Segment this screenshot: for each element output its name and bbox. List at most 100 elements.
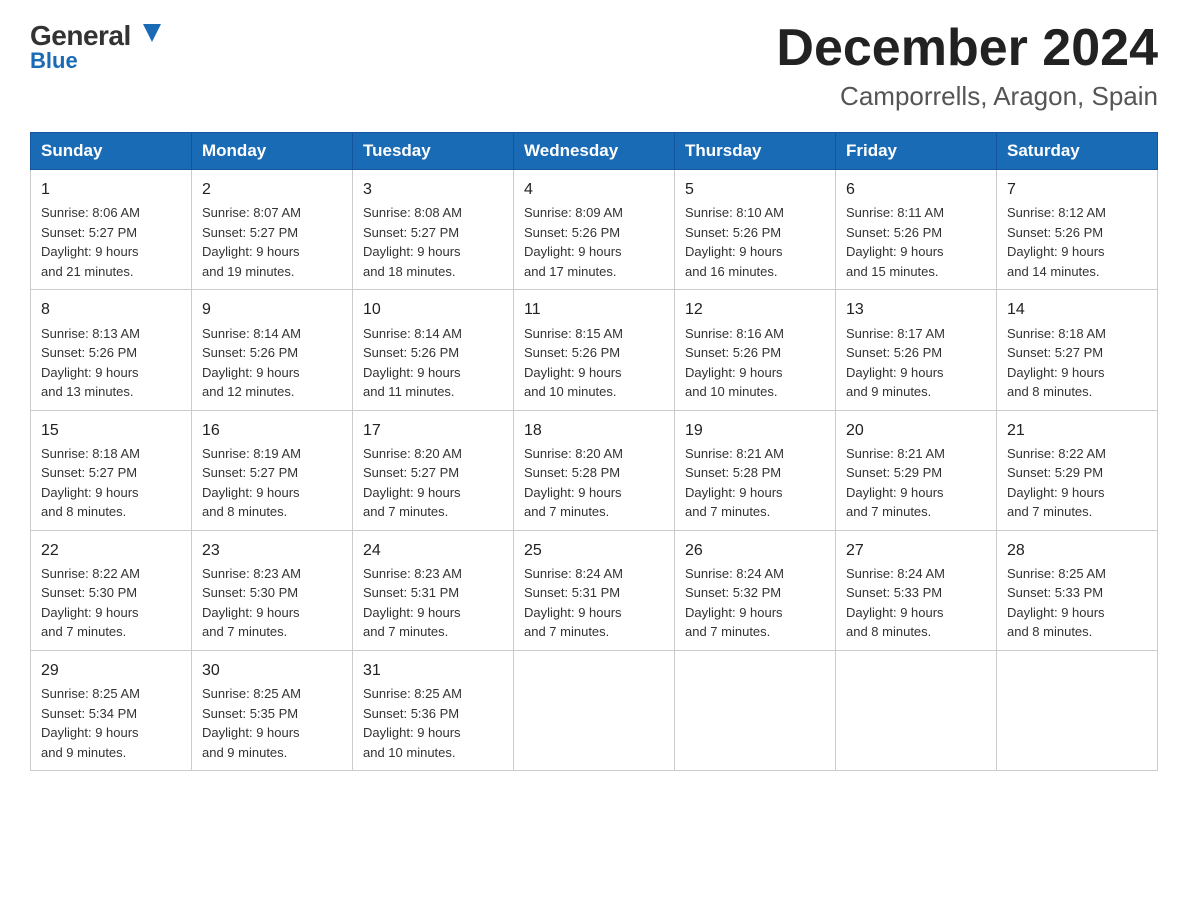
day-number: 9: [202, 298, 342, 321]
day-info: Sunrise: 8:13 AM Sunset: 5:26 PM Dayligh…: [41, 324, 181, 402]
day-info: Sunrise: 8:25 AM Sunset: 5:36 PM Dayligh…: [363, 684, 503, 762]
day-number: 18: [524, 419, 664, 442]
day-info: Sunrise: 8:25 AM Sunset: 5:34 PM Dayligh…: [41, 684, 181, 762]
day-info: Sunrise: 8:24 AM Sunset: 5:33 PM Dayligh…: [846, 564, 986, 642]
day-cell-2: 2 Sunrise: 8:07 AM Sunset: 5:27 PM Dayli…: [192, 170, 353, 290]
day-cell-28: 28 Sunrise: 8:25 AM Sunset: 5:33 PM Dayl…: [997, 530, 1158, 650]
day-cell-13: 13 Sunrise: 8:17 AM Sunset: 5:26 PM Dayl…: [836, 290, 997, 410]
week-row-1: 1 Sunrise: 8:06 AM Sunset: 5:27 PM Dayli…: [31, 170, 1158, 290]
day-cell-6: 6 Sunrise: 8:11 AM Sunset: 5:26 PM Dayli…: [836, 170, 997, 290]
day-cell-7: 7 Sunrise: 8:12 AM Sunset: 5:26 PM Dayli…: [997, 170, 1158, 290]
day-number: 13: [846, 298, 986, 321]
month-title: December 2024: [776, 20, 1158, 77]
header-friday: Friday: [836, 133, 997, 170]
day-cell-10: 10 Sunrise: 8:14 AM Sunset: 5:26 PM Dayl…: [353, 290, 514, 410]
day-number: 15: [41, 419, 181, 442]
day-number: 19: [685, 419, 825, 442]
day-cell-1: 1 Sunrise: 8:06 AM Sunset: 5:27 PM Dayli…: [31, 170, 192, 290]
day-cell-25: 25 Sunrise: 8:24 AM Sunset: 5:31 PM Dayl…: [514, 530, 675, 650]
day-cell-29: 29 Sunrise: 8:25 AM Sunset: 5:34 PM Dayl…: [31, 650, 192, 770]
header-thursday: Thursday: [675, 133, 836, 170]
day-info: Sunrise: 8:06 AM Sunset: 5:27 PM Dayligh…: [41, 203, 181, 281]
day-number: 26: [685, 539, 825, 562]
day-info: Sunrise: 8:17 AM Sunset: 5:26 PM Dayligh…: [846, 324, 986, 402]
empty-cell: [514, 650, 675, 770]
day-cell-11: 11 Sunrise: 8:15 AM Sunset: 5:26 PM Dayl…: [514, 290, 675, 410]
header-tuesday: Tuesday: [353, 133, 514, 170]
day-cell-19: 19 Sunrise: 8:21 AM Sunset: 5:28 PM Dayl…: [675, 410, 836, 530]
day-number: 10: [363, 298, 503, 321]
day-info: Sunrise: 8:22 AM Sunset: 5:29 PM Dayligh…: [1007, 444, 1147, 522]
day-info: Sunrise: 8:14 AM Sunset: 5:26 PM Dayligh…: [202, 324, 342, 402]
day-cell-17: 17 Sunrise: 8:20 AM Sunset: 5:27 PM Dayl…: [353, 410, 514, 530]
day-info: Sunrise: 8:21 AM Sunset: 5:29 PM Dayligh…: [846, 444, 986, 522]
day-cell-20: 20 Sunrise: 8:21 AM Sunset: 5:29 PM Dayl…: [836, 410, 997, 530]
day-number: 12: [685, 298, 825, 321]
header-monday: Monday: [192, 133, 353, 170]
day-number: 4: [524, 178, 664, 201]
day-number: 20: [846, 419, 986, 442]
day-number: 28: [1007, 539, 1147, 562]
day-info: Sunrise: 8:16 AM Sunset: 5:26 PM Dayligh…: [685, 324, 825, 402]
week-row-3: 15 Sunrise: 8:18 AM Sunset: 5:27 PM Dayl…: [31, 410, 1158, 530]
day-number: 8: [41, 298, 181, 321]
day-cell-21: 21 Sunrise: 8:22 AM Sunset: 5:29 PM Dayl…: [997, 410, 1158, 530]
day-number: 23: [202, 539, 342, 562]
day-info: Sunrise: 8:07 AM Sunset: 5:27 PM Dayligh…: [202, 203, 342, 281]
week-row-2: 8 Sunrise: 8:13 AM Sunset: 5:26 PM Dayli…: [31, 290, 1158, 410]
location-title: Camporrells, Aragon, Spain: [776, 81, 1158, 112]
day-cell-15: 15 Sunrise: 8:18 AM Sunset: 5:27 PM Dayl…: [31, 410, 192, 530]
day-number: 24: [363, 539, 503, 562]
day-number: 7: [1007, 178, 1147, 201]
day-info: Sunrise: 8:25 AM Sunset: 5:35 PM Dayligh…: [202, 684, 342, 762]
header-wednesday: Wednesday: [514, 133, 675, 170]
day-cell-3: 3 Sunrise: 8:08 AM Sunset: 5:27 PM Dayli…: [353, 170, 514, 290]
empty-cell: [997, 650, 1158, 770]
day-info: Sunrise: 8:08 AM Sunset: 5:27 PM Dayligh…: [363, 203, 503, 281]
day-cell-4: 4 Sunrise: 8:09 AM Sunset: 5:26 PM Dayli…: [514, 170, 675, 290]
day-cell-16: 16 Sunrise: 8:19 AM Sunset: 5:27 PM Dayl…: [192, 410, 353, 530]
day-number: 29: [41, 659, 181, 682]
day-info: Sunrise: 8:21 AM Sunset: 5:28 PM Dayligh…: [685, 444, 825, 522]
day-number: 5: [685, 178, 825, 201]
day-info: Sunrise: 8:25 AM Sunset: 5:33 PM Dayligh…: [1007, 564, 1147, 642]
day-cell-8: 8 Sunrise: 8:13 AM Sunset: 5:26 PM Dayli…: [31, 290, 192, 410]
day-info: Sunrise: 8:20 AM Sunset: 5:28 PM Dayligh…: [524, 444, 664, 522]
day-number: 11: [524, 298, 664, 321]
empty-cell: [675, 650, 836, 770]
calendar-table: SundayMondayTuesdayWednesdayThursdayFrid…: [30, 132, 1158, 771]
day-info: Sunrise: 8:24 AM Sunset: 5:32 PM Dayligh…: [685, 564, 825, 642]
day-cell-31: 31 Sunrise: 8:25 AM Sunset: 5:36 PM Dayl…: [353, 650, 514, 770]
day-info: Sunrise: 8:18 AM Sunset: 5:27 PM Dayligh…: [41, 444, 181, 522]
day-info: Sunrise: 8:18 AM Sunset: 5:27 PM Dayligh…: [1007, 324, 1147, 402]
day-info: Sunrise: 8:09 AM Sunset: 5:26 PM Dayligh…: [524, 203, 664, 281]
day-info: Sunrise: 8:14 AM Sunset: 5:26 PM Dayligh…: [363, 324, 503, 402]
day-cell-26: 26 Sunrise: 8:24 AM Sunset: 5:32 PM Dayl…: [675, 530, 836, 650]
day-cell-9: 9 Sunrise: 8:14 AM Sunset: 5:26 PM Dayli…: [192, 290, 353, 410]
day-info: Sunrise: 8:19 AM Sunset: 5:27 PM Dayligh…: [202, 444, 342, 522]
day-info: Sunrise: 8:11 AM Sunset: 5:26 PM Dayligh…: [846, 203, 986, 281]
day-cell-12: 12 Sunrise: 8:16 AM Sunset: 5:26 PM Dayl…: [675, 290, 836, 410]
day-info: Sunrise: 8:24 AM Sunset: 5:31 PM Dayligh…: [524, 564, 664, 642]
day-number: 27: [846, 539, 986, 562]
day-info: Sunrise: 8:20 AM Sunset: 5:27 PM Dayligh…: [363, 444, 503, 522]
day-info: Sunrise: 8:12 AM Sunset: 5:26 PM Dayligh…: [1007, 203, 1147, 281]
day-info: Sunrise: 8:10 AM Sunset: 5:26 PM Dayligh…: [685, 203, 825, 281]
title-block: December 2024 Camporrells, Aragon, Spain: [776, 20, 1158, 112]
day-info: Sunrise: 8:15 AM Sunset: 5:26 PM Dayligh…: [524, 324, 664, 402]
day-cell-5: 5 Sunrise: 8:10 AM Sunset: 5:26 PM Dayli…: [675, 170, 836, 290]
empty-cell: [836, 650, 997, 770]
day-number: 17: [363, 419, 503, 442]
day-number: 31: [363, 659, 503, 682]
logo: General Blue: [30, 20, 161, 74]
week-row-4: 22 Sunrise: 8:22 AM Sunset: 5:30 PM Dayl…: [31, 530, 1158, 650]
day-number: 2: [202, 178, 342, 201]
day-cell-30: 30 Sunrise: 8:25 AM Sunset: 5:35 PM Dayl…: [192, 650, 353, 770]
header-sunday: Sunday: [31, 133, 192, 170]
day-cell-27: 27 Sunrise: 8:24 AM Sunset: 5:33 PM Dayl…: [836, 530, 997, 650]
day-number: 6: [846, 178, 986, 201]
day-number: 21: [1007, 419, 1147, 442]
day-cell-23: 23 Sunrise: 8:23 AM Sunset: 5:30 PM Dayl…: [192, 530, 353, 650]
day-number: 22: [41, 539, 181, 562]
day-cell-22: 22 Sunrise: 8:22 AM Sunset: 5:30 PM Dayl…: [31, 530, 192, 650]
